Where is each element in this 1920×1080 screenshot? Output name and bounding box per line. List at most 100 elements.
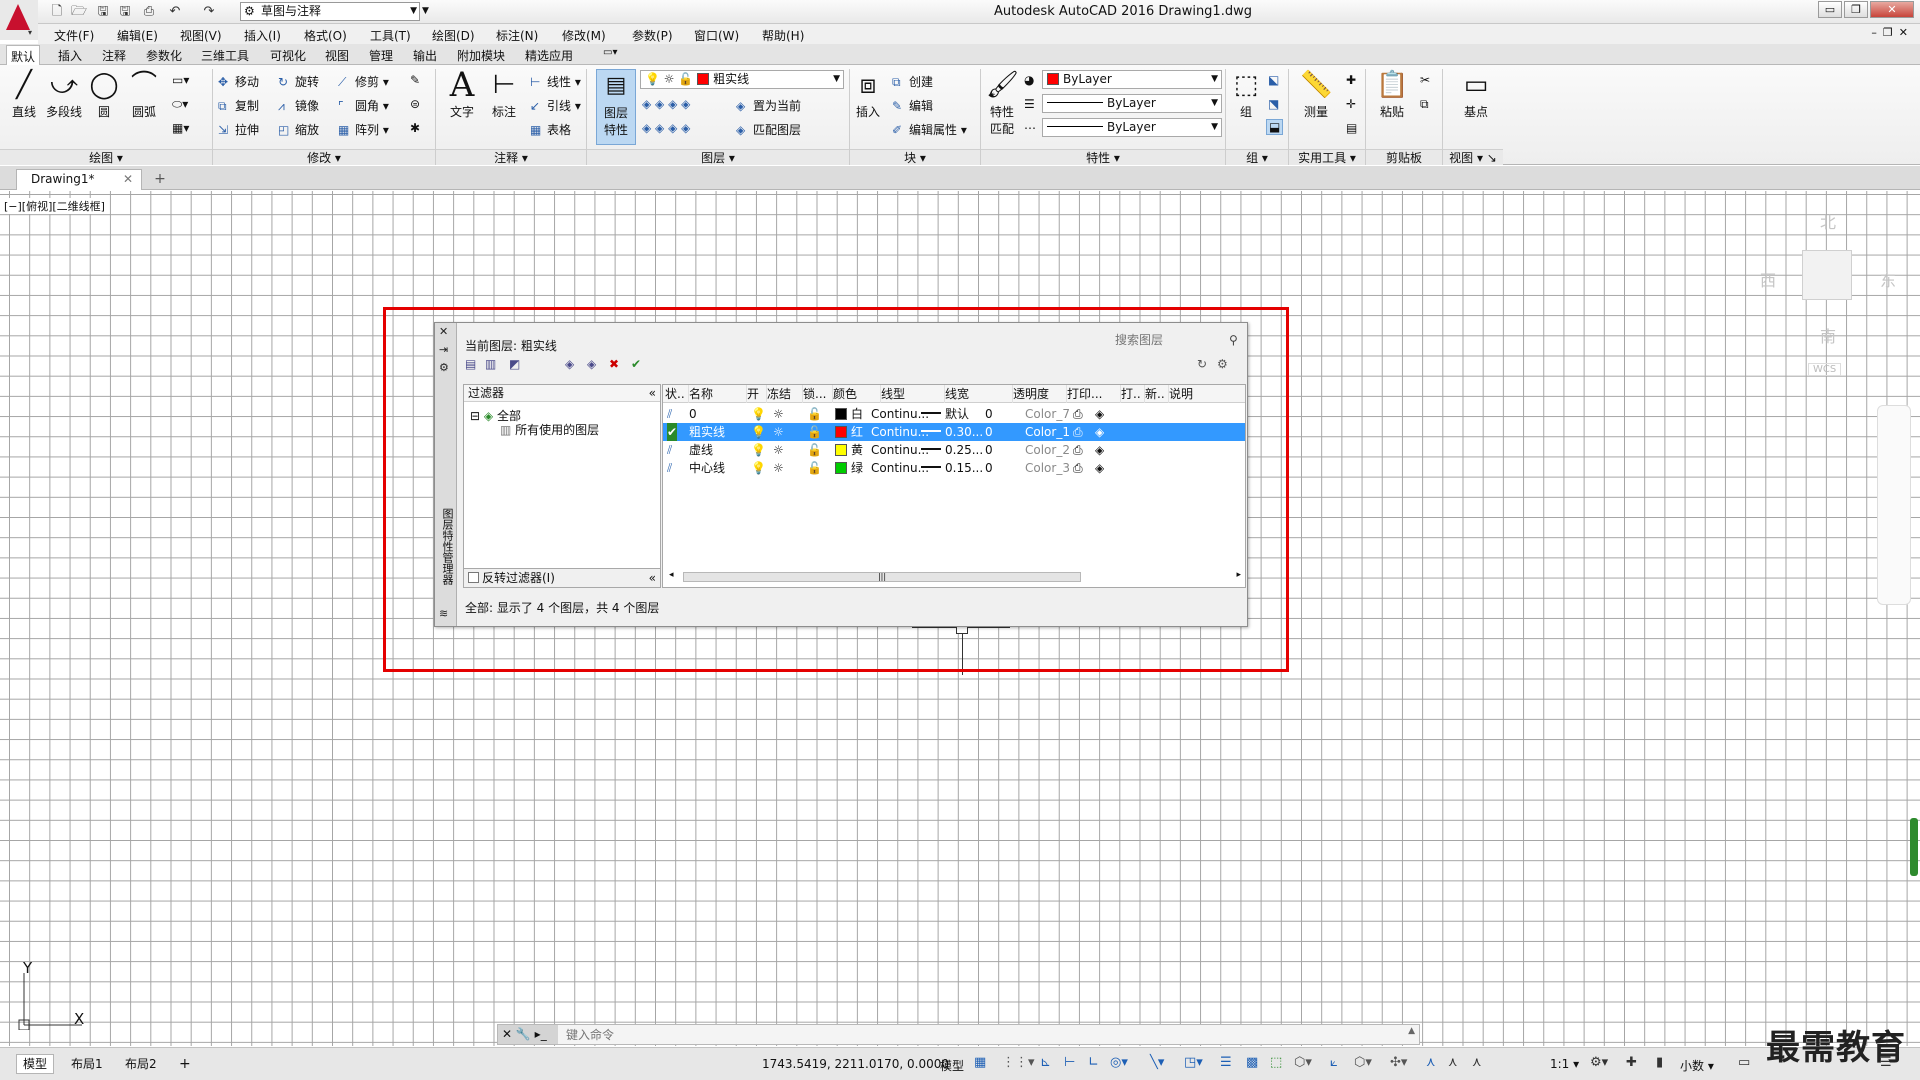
printer-icon[interactable]: ⎙: [1073, 441, 1083, 459]
leader-button[interactable]: ↙ 引线 ▾: [530, 97, 581, 114]
close-icon[interactable]: ✕: [439, 325, 448, 338]
circle-button[interactable]: ◯ 圆: [84, 69, 124, 120]
printer-icon[interactable]: ⎙: [1073, 423, 1083, 441]
3d-osnap-icon[interactable]: ⬡▾: [1294, 1055, 1312, 1070]
menu-tools[interactable]: 工具(T): [370, 27, 411, 44]
unlock-icon[interactable]: 🔓: [807, 423, 822, 441]
coordinate-readout[interactable]: 1743.5419, 2211.0170, 0.0000: [762, 1057, 949, 1071]
new-vp-freeze-icon[interactable]: ◈: [1095, 405, 1104, 423]
layer-combo[interactable]: 💡 ☼ 🔓 粗实线 ▼: [640, 70, 844, 89]
match-properties-button[interactable]: 🖌 特性 匹配: [982, 69, 1022, 137]
col-transparency[interactable]: 透明度: [1013, 385, 1067, 403]
panel-footer-clipboard[interactable]: 剪贴板: [1366, 149, 1442, 165]
copy-clip-icon[interactable]: ⧉: [1420, 97, 1429, 112]
wrench-icon[interactable]: 🔧: [516, 1027, 531, 1041]
minimize-button[interactable]: ▭: [1818, 1, 1842, 18]
application-menu-button[interactable]: ▾: [0, 0, 38, 40]
col-plot[interactable]: 打..: [1121, 385, 1145, 403]
tab-parametric[interactable]: 参数化: [146, 47, 182, 64]
col-name[interactable]: 名称: [689, 385, 747, 403]
auto-hide-icon[interactable]: ⇥: [439, 343, 448, 356]
trim-button[interactable]: ⟋ 修剪 ▾: [338, 73, 389, 90]
col-status[interactable]: 状..: [665, 385, 689, 403]
point-icon[interactable]: ✛: [1346, 97, 1356, 111]
dynamic-input-icon[interactable]: ⊢: [1064, 1055, 1075, 1070]
col-color[interactable]: 颜色: [833, 385, 881, 403]
group-select-icon[interactable]: ⬓: [1266, 119, 1284, 135]
delete-layer-icon[interactable]: ✖: [609, 357, 619, 371]
auto-scale-icon[interactable]: ⋏: [1448, 1055, 1458, 1070]
menu-insert[interactable]: 插入(I): [244, 27, 281, 44]
unlock-icon[interactable]: 🔓: [807, 459, 822, 477]
menu-window[interactable]: 窗口(W): [694, 27, 739, 44]
layer-transparency[interactable]: 0: [985, 459, 993, 477]
annotation-visibility-icon[interactable]: ⋏: [1426, 1055, 1436, 1070]
tab-manage[interactable]: 管理: [369, 47, 393, 64]
checkbox[interactable]: [468, 572, 479, 583]
tab-output[interactable]: 输出: [413, 47, 437, 64]
sun-icon[interactable]: ☼: [773, 441, 784, 459]
scroll-right-icon[interactable]: ▸: [1236, 570, 1241, 580]
quick-properties-icon[interactable]: ▭: [1738, 1055, 1750, 1070]
menu-format[interactable]: 格式(O): [304, 27, 347, 44]
table-button[interactable]: ▦ 表格: [530, 121, 571, 138]
edit-attributes-button[interactable]: ✐ 编辑属性 ▾: [892, 121, 967, 138]
tab-featured-apps[interactable]: 精选应用: [525, 47, 573, 64]
sun-icon[interactable]: ☼: [773, 405, 784, 423]
create-block-button[interactable]: ⧉ 创建: [892, 73, 933, 90]
erase-icon[interactable]: ✎: [410, 73, 420, 87]
menu-view[interactable]: 视图(V): [180, 27, 222, 44]
lightbulb-icon[interactable]: 💡: [751, 441, 766, 459]
new-property-filter-icon[interactable]: ▤: [465, 357, 476, 371]
polyline-button[interactable]: ⤻ 多段线: [42, 69, 86, 120]
insert-block-button[interactable]: ⧈ 插入: [848, 69, 888, 120]
invert-filter-checkbox[interactable]: 反转过滤器(I) «: [463, 568, 661, 588]
restore-button[interactable]: ❐: [1844, 1, 1868, 18]
move-button[interactable]: ✥ 移动: [218, 73, 259, 90]
layer-status-icon[interactable]: ⫽: [667, 459, 672, 477]
panel-footer-view[interactable]: 视图 ▾ ↘: [1443, 149, 1503, 165]
viewcube[interactable]: 北 西 东 南 WCS: [1752, 205, 1902, 385]
calculator-icon[interactable]: ▤: [1346, 121, 1357, 135]
layer-status-icon[interactable]: ⫽: [667, 441, 672, 459]
panel-footer-modify[interactable]: 修改 ▾: [213, 149, 435, 165]
col-lineweight[interactable]: 线宽: [945, 385, 1013, 403]
layer-color[interactable]: 绿: [835, 459, 863, 477]
add-layout-button[interactable]: +: [172, 1054, 198, 1074]
current-layer-check-icon[interactable]: ✔: [667, 423, 678, 441]
tab-model[interactable]: 模型: [16, 1054, 55, 1074]
viewcube-east[interactable]: 东: [1880, 267, 1896, 291]
units-selector[interactable]: 小数 ▾: [1680, 1057, 1714, 1074]
layer-row[interactable]: ⫽ 0 💡 ☼ 🔓 白 Continu... 默认 0 Color_7 ⎙ ◈: [663, 405, 1245, 423]
panel-footer-block[interactable]: 块 ▾: [850, 149, 980, 165]
redo-icon[interactable]: ↷: [200, 3, 218, 21]
layer-name[interactable]: 0: [689, 405, 697, 423]
document-window-controls[interactable]: –❐✕: [1871, 26, 1914, 39]
search-icon[interactable]: ⚲: [1229, 333, 1238, 347]
menu-file[interactable]: 文件(F): [54, 27, 94, 44]
ellipse-icon[interactable]: ⬭▾: [172, 97, 188, 112]
sun-icon[interactable]: ☼: [773, 423, 784, 441]
base-view-button[interactable]: ▭ 基点: [1456, 69, 1496, 120]
new-file-icon[interactable]: 🗋: [48, 3, 66, 21]
object-snap-tracking-icon[interactable]: ◳▾: [1184, 1055, 1203, 1070]
layer-row[interactable]: ⫽ 中心线 💡 ☼ 🔓 绿 Continu... 0.15... 0 Color_3 ⎙ ◈: [663, 459, 1245, 477]
snap-icon[interactable]: ⋮⋮▾: [1002, 1055, 1035, 1070]
tab-view[interactable]: 视图: [325, 47, 349, 64]
new-vp-freeze-icon[interactable]: ◈: [1095, 459, 1104, 477]
scale-button[interactable]: ◰ 缩放: [278, 121, 319, 138]
new-vp-freeze-icon[interactable]: ◈: [1095, 423, 1104, 441]
rotate-button[interactable]: ↻ 旋转: [278, 73, 319, 90]
collapse-icon[interactable]: «: [649, 385, 656, 401]
transparency-icon[interactable]: ▩: [1246, 1055, 1258, 1070]
layer-transparency[interactable]: 0: [985, 423, 993, 441]
undo-icon[interactable]: ↶: [166, 3, 184, 21]
new-tab-button[interactable]: +: [150, 171, 170, 189]
tab-insert[interactable]: 插入: [58, 47, 82, 64]
tab-layout1[interactable]: 布局1: [64, 1054, 110, 1074]
workspace-selector[interactable]: ⚙ 草图与注释 ▼: [240, 2, 420, 21]
navigation-bar[interactable]: [1877, 405, 1911, 605]
linear-dim-button[interactable]: ⊢ 线性 ▾: [530, 73, 581, 90]
layer-row[interactable]: ✔ 粗实线 💡 ☼ 🔓 红 Continu... 0.30... 0 Color_1 ⎙ ◈: [663, 423, 1245, 441]
fillet-button[interactable]: ⌜ 圆角 ▾: [338, 97, 389, 114]
